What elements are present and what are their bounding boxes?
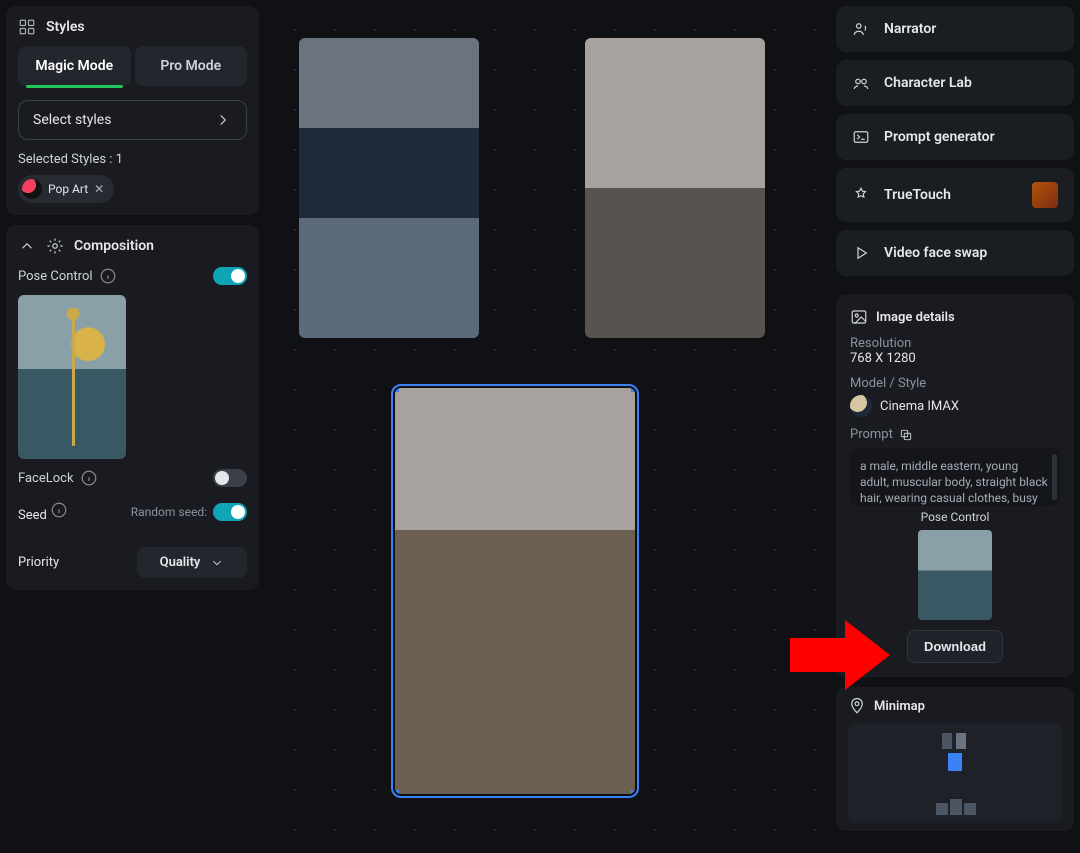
seed-label: Seed [18,501,68,523]
pose-control-toggle[interactable] [213,267,247,285]
minimap-title: Minimap [874,699,925,714]
resolution-label: Resolution [850,336,1060,351]
canvas-image-node[interactable] [299,38,479,338]
style-chip-label: Pop Art [48,182,88,196]
truetouch-thumbnail [1032,182,1058,208]
styles-icon [18,18,36,36]
generated-image [585,38,765,338]
chevron-down-icon [210,556,224,570]
prompt-label: Prompt [850,427,893,442]
image-details-card: Image details Resolution 768 X 1280 Mode… [836,294,1074,677]
character-lab-icon [852,74,870,92]
right-panel: Narrator Character Lab Prompt generator … [830,0,1080,853]
prompt-generator-icon [852,128,870,146]
styles-title: Styles [46,19,85,35]
minimap-node-selected [948,753,962,771]
priority-select[interactable]: Quality [137,547,247,578]
tool-narrator[interactable]: Narrator [836,6,1074,52]
composition-title: Composition [74,238,154,254]
resize-handle[interactable] [395,388,399,392]
tool-label: Prompt generator [884,129,995,145]
minimap-node [950,799,962,815]
tab-magic-mode[interactable]: Magic Mode [18,46,131,86]
random-seed-toggle[interactable] [213,503,247,521]
random-seed-label: Random seed: [131,505,207,519]
minimap-node [942,733,952,749]
prompt-text-box[interactable]: a male, middle eastern, young adult, mus… [850,448,1060,506]
tool-truetouch[interactable]: TrueTouch [836,168,1074,222]
generated-image [299,38,479,338]
chevron-right-icon [214,111,232,129]
generated-image [395,388,635,794]
minimap-card: Minimap [836,687,1074,831]
scrollbar[interactable] [1052,454,1057,500]
truetouch-icon [852,186,870,204]
composition-card: Composition Pose Control FaceLock Seed [6,225,259,590]
minimap-node [936,803,948,815]
resize-handle[interactable] [395,790,399,794]
pose-reference-thumbnail[interactable] [18,295,126,459]
canvas-image-node[interactable] [585,38,765,338]
tool-label: Video face swap [884,245,987,261]
priority-label: Priority [18,555,59,570]
details-pose-control-thumbnail[interactable] [918,530,992,620]
image-details-header: Image details [850,308,1060,326]
canvas[interactable] [265,0,830,853]
style-chip-pop-art[interactable]: Pop Art ✕ [18,175,114,203]
minimap-viewport[interactable] [848,723,1062,823]
composition-icon [46,237,64,255]
details-pose-control-label: Pose Control [850,510,1060,524]
resolution-value: 768 X 1280 [850,351,1060,366]
pose-control-label: Pose Control [18,267,117,285]
select-styles-button[interactable]: Select styles [18,100,247,140]
tool-label: Narrator [884,21,936,37]
resize-handle[interactable] [631,790,635,794]
selected-styles-count: Selected Styles : 1 [18,152,247,167]
info-icon[interactable] [99,267,117,285]
facelock-label: FaceLock [18,469,98,487]
tool-video-face-swap[interactable]: Video face swap [836,230,1074,276]
image-details-title: Image details [876,310,955,325]
play-icon [852,244,870,262]
copy-icon[interactable] [899,428,913,442]
styles-header: Styles [18,18,247,46]
minimap-node [964,803,976,815]
image-icon [850,308,868,326]
style-chip-avatar [22,179,42,199]
minimap-icon [848,697,866,715]
composition-header: Composition [18,237,247,255]
model-avatar [850,395,872,417]
info-icon[interactable] [50,501,68,519]
canvas-image-node-selected[interactable] [395,388,635,794]
mode-tabs: Magic Mode Pro Mode [18,46,247,86]
model-label: Model / Style [850,376,1060,391]
info-icon[interactable] [80,469,98,487]
model-value: Cinema IMAX [880,399,959,414]
prompt-text: a male, middle eastern, young adult, mus… [860,459,1048,506]
chevron-up-icon[interactable] [18,237,36,255]
select-styles-label: Select styles [33,112,111,128]
left-panel: Styles Magic Mode Pro Mode Select styles… [0,0,265,853]
close-icon[interactable]: ✕ [94,182,104,196]
minimap-node [956,733,966,749]
resize-handle[interactable] [631,388,635,392]
tool-label: TrueTouch [884,187,951,203]
tab-pro-mode[interactable]: Pro Mode [135,46,248,86]
tool-character-lab[interactable]: Character Lab [836,60,1074,106]
styles-card: Styles Magic Mode Pro Mode Select styles… [6,6,259,215]
priority-value: Quality [160,555,201,570]
facelock-row: FaceLock [18,469,247,487]
facelock-toggle[interactable] [213,469,247,487]
seed-row: Seed Random seed: [18,501,247,523]
pose-control-row: Pose Control [18,267,247,285]
tool-label: Character Lab [884,75,972,91]
tool-prompt-generator[interactable]: Prompt generator [836,114,1074,160]
narrator-icon [852,20,870,38]
download-button[interactable]: Download [907,630,1003,663]
